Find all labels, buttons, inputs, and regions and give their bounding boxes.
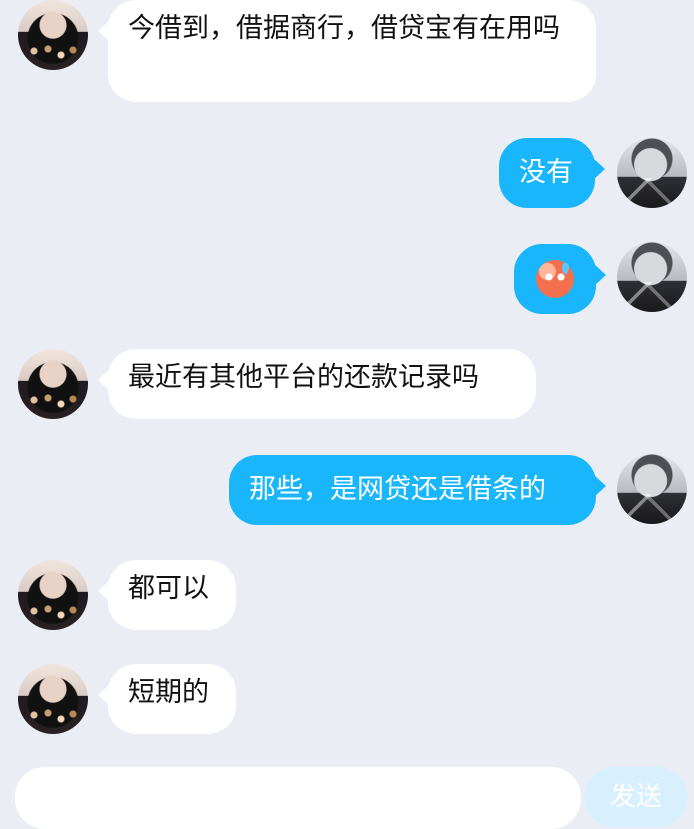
sweat-face-icon [536,260,574,298]
send-button[interactable]: 发送 [584,767,688,827]
outgoing-message: 没有 [499,138,605,208]
user-avatar[interactable] [617,242,687,312]
message-text: 今借到，借据商行，借贷宝有在用吗 [128,13,560,44]
message-text: 最近有其他平台的还款记录吗 [128,362,479,393]
chat-area: 今借到，借据商行，借贷宝有在用吗 没有 最近有其他平台的还款记录吗 那些，是网贷… [0,0,694,752]
incoming-message: 最近有其他平台的还款记录吗 [98,349,536,419]
message-text: 都可以 [128,573,209,604]
incoming-message: 今借到，借据商行，借贷宝有在用吗 [98,0,596,102]
message-composer: 发送 [0,752,694,829]
message-text: 没有 [519,157,573,188]
incoming-message: 都可以 [98,560,236,630]
contact-avatar[interactable] [18,349,88,419]
message-text: 短期的 [128,677,209,708]
message-input[interactable] [15,767,581,829]
contact-avatar[interactable] [18,0,88,70]
user-avatar[interactable] [617,138,687,208]
user-avatar[interactable] [617,454,687,524]
contact-avatar[interactable] [18,664,88,734]
outgoing-message: 那些，是网贷还是借条的 [229,455,606,525]
contact-avatar[interactable] [18,560,88,630]
message-text: 那些，是网贷还是借条的 [249,474,546,505]
outgoing-emoji-message [514,244,606,314]
incoming-message: 短期的 [98,664,236,734]
